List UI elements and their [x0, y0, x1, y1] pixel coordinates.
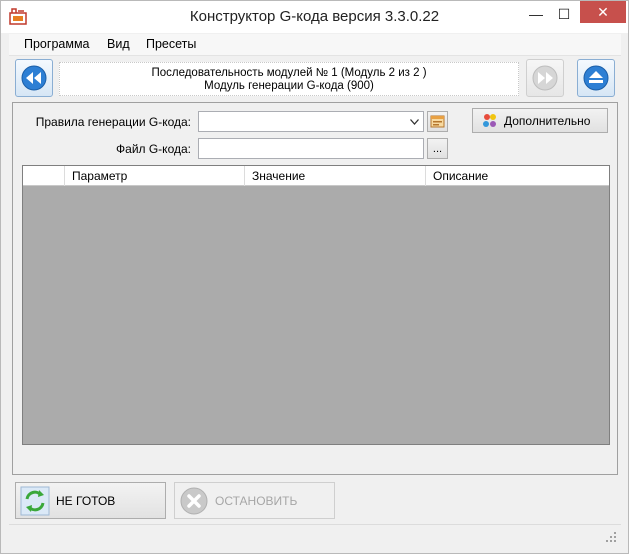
refresh-icon	[20, 486, 50, 515]
parameters-grid[interactable]: Параметр Значение Описание	[22, 165, 610, 445]
stop-button-label: ОСТАНОВИТЬ	[215, 493, 298, 508]
grid-header: Параметр Значение Описание	[23, 166, 609, 186]
eject-button[interactable]	[577, 59, 615, 97]
main-panel: Правила генерации G-кода: Файл G-кода: .…	[12, 102, 618, 475]
rewind-icon	[21, 65, 47, 91]
extra-button-label: Дополнительно	[504, 113, 591, 128]
stop-button[interactable]: ОСТАНОВИТЬ	[174, 482, 335, 519]
rules-combobox[interactable]	[198, 111, 424, 132]
database-edit-icon	[430, 115, 444, 127]
menu-bar: Программа Вид Пресеты	[9, 34, 621, 56]
column-header-value[interactable]: Значение	[245, 166, 426, 186]
maximize-button[interactable]: ☐	[551, 1, 577, 27]
ready-status-button[interactable]: НЕ ГОТОВ	[15, 482, 166, 519]
fast-forward-icon	[532, 65, 558, 91]
rules-label: Правила генерации G-кода:	[35, 115, 191, 129]
palette-icon	[483, 113, 496, 127]
next-module-button[interactable]	[526, 59, 564, 97]
stop-icon	[180, 487, 208, 514]
column-header-parameter[interactable]: Параметр	[65, 166, 245, 186]
sequence-info: Последовательность модулей № 1 (Модуль 2…	[59, 62, 519, 96]
sequence-line-1: Последовательность модулей № 1 (Модуль 2…	[151, 67, 427, 79]
edit-rules-button[interactable]	[427, 111, 448, 132]
column-header-row-selector[interactable]	[23, 166, 65, 186]
column-header-description[interactable]: Описание	[426, 166, 609, 186]
menu-program[interactable]: Программа	[24, 37, 90, 51]
app-window: Конструктор G-кода версия 3.3.0.22 — ☐ ✕…	[0, 0, 629, 554]
resize-grip-icon[interactable]	[605, 531, 617, 543]
menu-presets[interactable]: Пресеты	[146, 37, 196, 51]
status-bar	[9, 524, 621, 546]
menu-view[interactable]: Вид	[107, 37, 130, 51]
chevron-down-icon[interactable]	[406, 112, 423, 131]
file-input[interactable]	[198, 138, 424, 159]
extra-button[interactable]: Дополнительно	[472, 108, 608, 133]
sequence-line-2: Модуль генерации G-кода (900)	[204, 80, 374, 92]
ready-status-label: НЕ ГОТОВ	[56, 493, 116, 508]
browse-file-button[interactable]: ...	[427, 138, 448, 159]
previous-module-button[interactable]	[15, 59, 53, 97]
sequence-panel: Последовательность модулей № 1 (Модуль 2…	[9, 58, 621, 101]
title-bar: Конструктор G-кода версия 3.3.0.22 — ☐ ✕	[1, 1, 628, 33]
eject-icon	[583, 65, 609, 91]
file-label: Файл G-кода:	[116, 142, 191, 156]
minimize-button[interactable]: —	[523, 1, 549, 27]
close-button[interactable]: ✕	[580, 1, 626, 23]
